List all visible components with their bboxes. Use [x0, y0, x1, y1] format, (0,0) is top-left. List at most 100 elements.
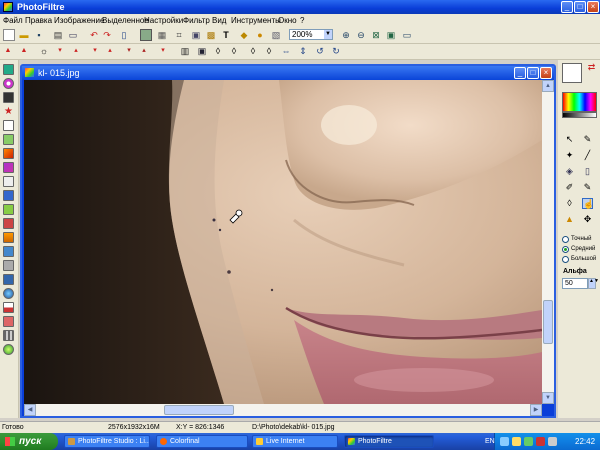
crop-icon[interactable]: ⌗ — [173, 29, 185, 41]
menu-settings[interactable]: Настройки — [144, 15, 183, 26]
ellipse-icon[interactable] — [3, 78, 14, 89]
close-button[interactable]: × — [587, 1, 599, 13]
print-icon[interactable]: ▤ — [52, 29, 64, 41]
minimize-button[interactable]: _ — [561, 1, 573, 13]
text-tool-icon[interactable]: T — [220, 29, 232, 41]
doc-close-button[interactable]: × — [540, 67, 552, 79]
grayscale-icon[interactable]: ▥ — [179, 45, 191, 57]
scroll-right-icon[interactable]: ▶ — [530, 404, 542, 416]
line-tool-icon[interactable]: ╱ — [582, 150, 593, 161]
orange-tool-icon[interactable] — [3, 232, 14, 243]
flip-horizontal-icon[interactable]: ⇔ — [280, 45, 292, 57]
fill-icon[interactable]: ◆ — [238, 29, 250, 41]
clip-icon[interactable]: ● — [254, 29, 266, 41]
usb-icon[interactable] — [548, 437, 557, 446]
gamma-icon[interactable]: ▾ — [157, 45, 169, 57]
menu-view[interactable]: Вид — [212, 15, 226, 26]
contrast-plus-icon[interactable]: ▴ — [104, 45, 116, 57]
brightness-plus-icon[interactable]: ▴ — [70, 45, 82, 57]
doc-minimize-button[interactable]: _ — [514, 67, 526, 79]
vertical-scroll-thumb[interactable] — [543, 300, 553, 344]
rotate-right-icon[interactable]: ↻ — [330, 45, 342, 57]
saturation-minus-icon[interactable]: ▾ — [123, 45, 135, 57]
network-icon[interactable] — [500, 437, 509, 446]
blur-drop-tool-icon[interactable]: ◊ — [564, 198, 575, 209]
brush-effect-icon[interactable] — [3, 218, 14, 229]
auto-contrast-icon[interactable]: ▲ — [18, 45, 30, 57]
start-button[interactable]: пуск — [0, 433, 58, 450]
app-title-bar[interactable]: PhotoFiltre _ □ × — [0, 0, 600, 14]
new-file-icon[interactable] — [3, 29, 15, 41]
menu-tools[interactable]: Инструменты — [231, 15, 281, 26]
gray-tool-icon[interactable] — [3, 260, 14, 271]
rotate-left-icon[interactable]: ↺ — [314, 45, 326, 57]
sharpen-icon[interactable]: ◊ — [247, 45, 259, 57]
landscape-icon[interactable] — [3, 134, 14, 145]
dropper-tool-icon[interactable]: ✎ — [582, 134, 593, 145]
pattern-icon[interactable] — [3, 176, 14, 187]
task-photofiltre[interactable]: PhotoFiltre — [344, 435, 434, 448]
swap-colors-icon[interactable]: ⇄ — [586, 62, 597, 73]
actual-size-icon[interactable]: ⊠ — [370, 29, 382, 41]
image-canvas[interactable] — [24, 80, 542, 404]
brightness-minus-icon[interactable]: ▾ — [54, 45, 66, 57]
menu-selection[interactable]: Выделенное — [102, 15, 149, 26]
batch-icon[interactable]: ▧ — [270, 29, 282, 41]
menu-file[interactable]: Файл — [3, 15, 23, 26]
brightness-icon[interactable]: ☼ — [38, 45, 50, 57]
alpha-input[interactable]: 50 — [562, 278, 588, 289]
saturation-plus-icon[interactable]: ▴ — [138, 45, 150, 57]
stamp-tool-icon[interactable]: ▲ — [564, 214, 575, 225]
spray-tool-icon[interactable]: ▯ — [582, 166, 593, 177]
canvas-size-icon[interactable]: ▦ — [156, 29, 168, 41]
redo-icon[interactable]: ↷ — [101, 29, 113, 41]
blue-tool-icon[interactable] — [3, 246, 14, 257]
security-icon[interactable] — [536, 437, 545, 446]
task-live-internet[interactable]: Live Internet — [252, 435, 338, 448]
horizontal-scrollbar[interactable]: ◀ ▶ — [24, 404, 542, 416]
doc-maximize-button[interactable]: □ — [527, 67, 539, 79]
leaf-icon[interactable] — [3, 204, 14, 215]
size-radio-medium[interactable] — [562, 246, 569, 253]
volume-icon[interactable] — [512, 437, 521, 446]
soften-icon[interactable]: ◊ — [263, 45, 275, 57]
chevron-down-icon[interactable]: ▼ — [324, 30, 332, 39]
flag-icon[interactable] — [3, 302, 14, 313]
finger-tool-icon[interactable]: ☝ — [582, 198, 594, 209]
frame-icon[interactable]: ▣ — [190, 29, 202, 41]
brush-tool-icon[interactable]: ✐ — [564, 182, 575, 193]
zoom-out-icon[interactable]: ⊖ — [355, 29, 367, 41]
star-icon[interactable]: ★ — [3, 106, 14, 117]
sepia-icon[interactable]: ▣ — [196, 45, 208, 57]
task-photofiltre-studio[interactable]: PhotoFiltre Studio : Li... — [64, 435, 150, 448]
gradient-icon[interactable]: ▩ — [205, 29, 217, 41]
menu-window[interactable]: Окно — [278, 15, 297, 26]
contrast-minus-icon[interactable]: ▾ — [89, 45, 101, 57]
image-size-icon[interactable] — [140, 29, 152, 41]
blur-icon[interactable]: ◊ — [228, 45, 240, 57]
menu-help[interactable]: ? — [300, 15, 304, 26]
green-sphere-icon[interactable] — [3, 344, 14, 355]
scroll-down-icon[interactable]: ▼ — [542, 392, 554, 404]
drop-icon[interactable]: ◊ — [212, 45, 224, 57]
copy-icon[interactable]: ▯ — [118, 29, 130, 41]
horizontal-scroll-thumb[interactable] — [164, 405, 234, 415]
open-folder-icon[interactable]: ▬ — [18, 29, 30, 41]
grayscale-palette[interactable] — [562, 112, 597, 118]
page-icon[interactable] — [3, 120, 14, 131]
pointer-tool-icon[interactable]: ↖ — [564, 134, 575, 145]
menu-filter[interactable]: Фильтр — [183, 15, 210, 26]
zoom-in-icon[interactable]: ⊕ — [340, 29, 352, 41]
antivirus-icon[interactable] — [524, 437, 533, 446]
language-indicator[interactable]: EN — [485, 436, 495, 447]
red-tool-icon[interactable] — [3, 316, 14, 327]
zoom-select[interactable]: 200% ▼ — [289, 29, 333, 40]
size-radio-large[interactable] — [562, 256, 569, 263]
vertical-scrollbar[interactable]: ▲ ▼ — [542, 80, 554, 404]
maximize-button[interactable]: □ — [574, 1, 586, 13]
fit-window-icon[interactable]: ▣ — [385, 29, 397, 41]
fullscreen-icon[interactable]: ▭ — [401, 29, 413, 41]
foreground-color-swatch[interactable] — [562, 63, 582, 83]
magic-wand-icon[interactable]: ✦ — [564, 150, 575, 161]
effect-icon[interactable] — [3, 148, 14, 159]
